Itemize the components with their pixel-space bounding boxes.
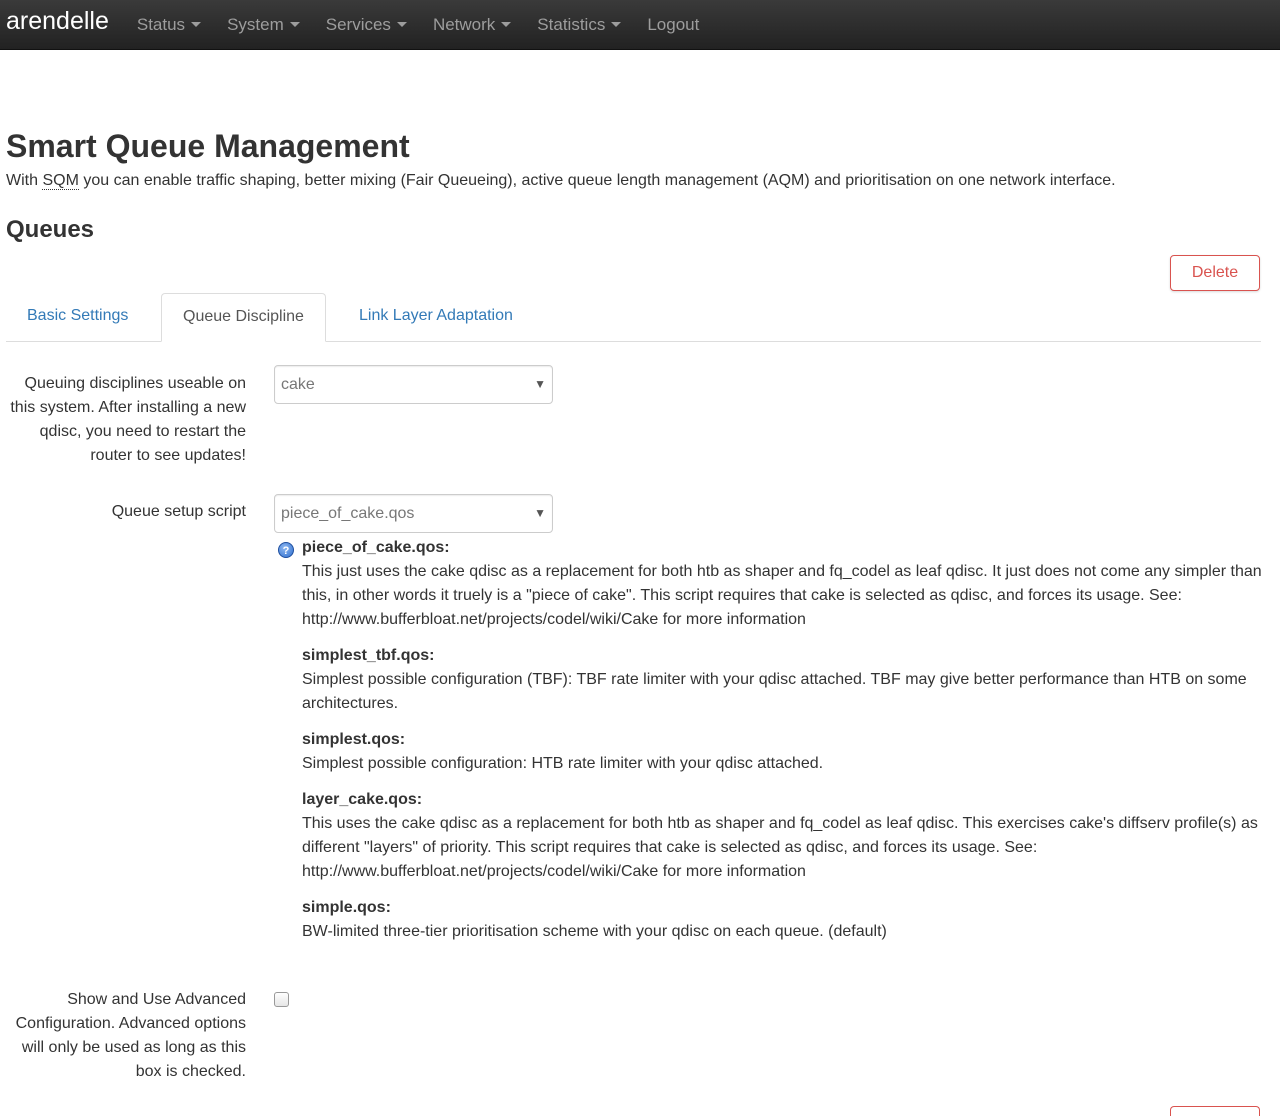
help-entry-title: piece_of_cake.qos:: [302, 539, 450, 556]
nav-system[interactable]: System: [227, 15, 300, 35]
nav-network[interactable]: Network: [432, 14, 512, 35]
tab-basic-settings[interactable]: Basic Settings: [6, 293, 149, 341]
help-entry-title: layer_cake.qos:: [302, 791, 423, 808]
sqm-abbr: SQM: [42, 172, 79, 190]
page-title: Smart Queue Management: [6, 128, 410, 164]
nav-status-label: Status: [136, 14, 186, 34]
tab-queue-discipline[interactable]: Queue Discipline: [161, 293, 326, 342]
caret-down-icon: [289, 22, 300, 27]
qdisc-label: Queuing disciplines useable on this syst…: [10, 375, 246, 464]
top-navbar: arendelle Status System Services Network…: [0, 0, 1280, 50]
advanced-config-checkbox[interactable]: [274, 992, 289, 1007]
caret-down-icon: [501, 22, 512, 27]
nav-services-label: Services: [325, 14, 391, 34]
help-entry-text: This just uses the cake qdisc as a repla…: [302, 563, 1262, 628]
help-entry-text: Simplest possible configuration (TBF): T…: [302, 671, 1247, 712]
help-entry: simplest_tbf.qos: Simplest possible conf…: [302, 644, 1263, 716]
help-entry-text: BW-limited three-tier prioritisation sch…: [302, 923, 887, 940]
help-entry-title: simplest_tbf.qos:: [302, 647, 435, 664]
nav-system-label: System: [227, 14, 284, 34]
help-entry-text: This uses the cake qdisc as a replacemen…: [302, 815, 1258, 880]
description-prefix: With: [6, 172, 43, 189]
tab-link-layer-adaptation[interactable]: Link Layer Adaptation: [338, 293, 534, 341]
help-entry: piece_of_cake.qos: This just uses the ca…: [302, 536, 1263, 632]
script-select[interactable]: piece_of_cake.qos ▼: [274, 494, 553, 533]
nav-network-label: Network: [432, 14, 496, 34]
brand-logo[interactable]: arendelle: [6, 7, 109, 36]
qdisc-select-value: cake: [281, 376, 315, 393]
nav-logout[interactable]: Logout: [647, 15, 699, 35]
section-title: Queues: [6, 216, 95, 243]
nav-logout-label: Logout: [647, 14, 700, 34]
page-description: With SQM you can enable traffic shaping,…: [6, 172, 1116, 190]
nav-statistics-label: Statistics: [537, 14, 606, 34]
script-select-value: piece_of_cake.qos: [281, 505, 415, 522]
nav-status[interactable]: Status: [136, 14, 202, 35]
delete-button[interactable]: Delete: [1170, 255, 1260, 291]
nav-statistics[interactable]: Statistics: [537, 14, 622, 35]
nav-services[interactable]: Services: [326, 15, 407, 35]
help-entry-title: simple.qos:: [302, 899, 391, 916]
help-question-icon: ?: [278, 542, 294, 558]
tab-bar: Basic Settings Queue Discipline Link Lay…: [6, 293, 1261, 342]
help-entry: simplest.qos: Simplest possible configur…: [302, 728, 1263, 776]
help-entry: simple.qos: BW-limited three-tier priori…: [302, 896, 1263, 944]
help-entry: layer_cake.qos: This uses the cake qdisc…: [302, 788, 1263, 884]
save-button-partial[interactable]: [1170, 1106, 1260, 1116]
description-text: you can enable traffic shaping, better m…: [78, 172, 1116, 189]
caret-down-icon: [396, 22, 407, 27]
chevron-down-icon: ▼: [534, 377, 546, 391]
qdisc-select[interactable]: cake ▼: [274, 365, 553, 404]
script-help: ? piece_of_cake.qos: This just uses the …: [278, 536, 1263, 956]
caret-down-icon: [191, 22, 202, 27]
advanced-config-label: Show and Use Advanced Configuration. Adv…: [15, 991, 246, 1080]
caret-down-icon: [611, 22, 622, 27]
chevron-down-icon: ▼: [534, 506, 546, 520]
script-label: Queue setup script: [111, 503, 246, 520]
help-entry-title: simplest.qos:: [302, 731, 406, 748]
help-entry-text: Simplest possible configuration: HTB rat…: [302, 755, 824, 772]
